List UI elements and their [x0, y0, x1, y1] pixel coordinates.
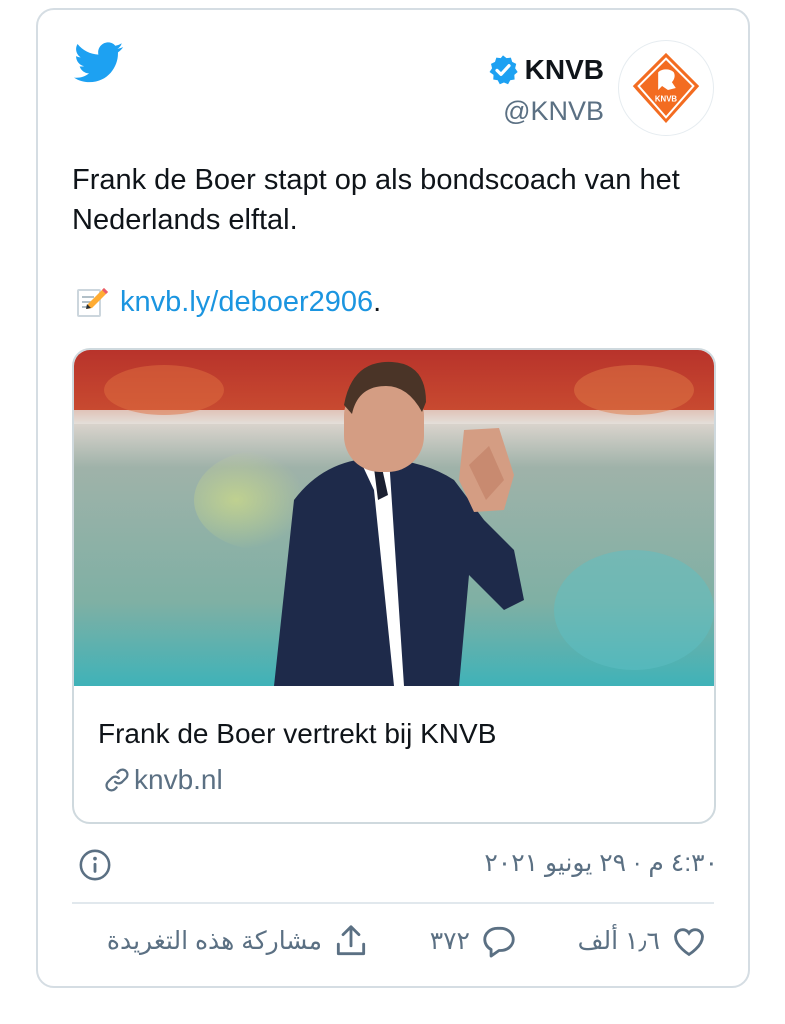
tweet-text: Frank de Boer stapt op als bondscoach va…	[72, 164, 680, 236]
avatar[interactable]: KNVB	[618, 40, 714, 136]
card-image[interactable]	[74, 350, 714, 686]
reply-count: ٣٧٢	[429, 927, 470, 955]
twitter-bird-icon[interactable]	[74, 42, 124, 84]
like-count: ١٫٦ ألف	[577, 927, 660, 955]
svg-text:KNVB: KNVB	[655, 95, 678, 104]
card-title[interactable]: Frank de Boer vertrekt bij KNVB	[98, 718, 496, 750]
reply-bubble-icon	[483, 926, 515, 958]
memo-icon	[77, 288, 108, 317]
heart-icon	[674, 928, 704, 957]
author-name[interactable]: KNVB	[525, 54, 604, 86]
reply-button[interactable]: ٣٧٢	[430, 922, 518, 960]
divider	[72, 902, 714, 904]
tweet-link-suffix: .	[373, 286, 382, 318]
share-label: مشاركة هذه التغريدة	[106, 927, 322, 955]
link-icon	[105, 768, 129, 792]
like-button[interactable]: ١٫٦ ألف	[578, 922, 708, 960]
verified-badge-icon	[489, 55, 518, 85]
share-button[interactable]: مشاركة هذه التغريدة	[107, 922, 370, 960]
card-domain-row[interactable]: knvb.nl	[102, 764, 223, 796]
info-icon[interactable]	[78, 848, 112, 882]
author-block[interactable]: KNVB @KNVB	[487, 52, 604, 127]
tweet-card[interactable]: KNVB @KNVB KNVB Frank de Boer stapt op a…	[36, 8, 750, 988]
share-icon	[336, 925, 366, 956]
tweet-link[interactable]: knvb.ly/deboer2906	[120, 282, 373, 322]
action-bar: ١٫٦ ألف ٣٧٢ مشاركة هذه التغريدة	[38, 922, 748, 972]
author-handle[interactable]: @KNVB	[487, 96, 604, 127]
card-domain: knvb.nl	[134, 764, 223, 795]
tweet-timestamp[interactable]: ٤:٣٠ م · ٢٩ يونيو ٢٠٢١	[484, 848, 718, 878]
tweet-link-line: knvb.ly/deboer2906 .	[74, 282, 381, 322]
link-preview-card[interactable]: Frank de Boer vertrekt bij KNVB knvb.nl	[72, 348, 716, 824]
